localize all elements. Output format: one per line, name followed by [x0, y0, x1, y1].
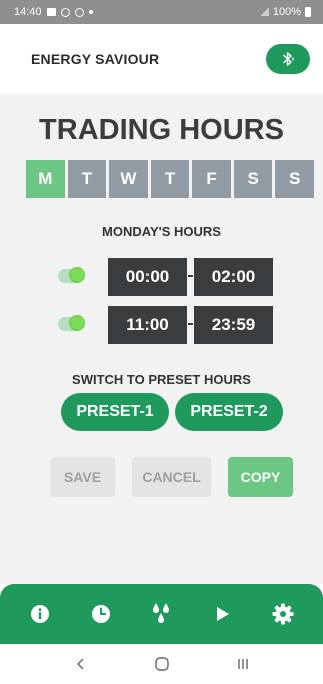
- notification-icon: [74, 7, 84, 17]
- day-button-fri[interactable]: F: [192, 160, 231, 198]
- recents-icon: [237, 659, 248, 669]
- end-time-field[interactable]: 02:00: [194, 258, 273, 296]
- preset-2-button[interactable]: PRESET-2: [175, 393, 283, 431]
- toggle-knob: [69, 315, 85, 331]
- preset-1-button[interactable]: PRESET-1: [61, 393, 169, 431]
- day-button-mon[interactable]: M: [26, 160, 65, 198]
- battery-percent: 100%: [272, 6, 301, 18]
- battery-icon: [305, 7, 311, 17]
- gear-icon: [272, 603, 294, 625]
- status-bar: 14:40 100%: [0, 0, 323, 24]
- cancel-button[interactable]: CANCEL: [132, 457, 211, 497]
- preset-label: SWITCH TO PRESET HOURS: [72, 372, 251, 387]
- day-button-wed[interactable]: W: [109, 160, 148, 198]
- notification-icon: [60, 7, 70, 17]
- app-title: ENERGY SAVIOUR: [31, 51, 160, 67]
- system-recents-button[interactable]: [228, 649, 258, 679]
- day-button-sun[interactable]: S: [275, 160, 315, 198]
- hours-toggle[interactable]: [58, 267, 85, 283]
- system-nav-bar: [0, 644, 323, 684]
- nav-schedule[interactable]: [83, 596, 119, 632]
- gallery-icon: [46, 8, 56, 16]
- time-separator: [188, 275, 193, 277]
- nav-settings[interactable]: [265, 596, 301, 632]
- day-button-tue[interactable]: T: [67, 160, 107, 198]
- save-button[interactable]: SAVE: [50, 457, 115, 497]
- back-icon: [76, 658, 83, 670]
- system-home-button[interactable]: [147, 649, 177, 679]
- time-separator: [188, 323, 193, 325]
- app-bar: ENERGY SAVIOUR: [0, 24, 323, 94]
- copy-button[interactable]: COPY: [228, 457, 293, 497]
- hours-row: 11:00 23:59: [58, 306, 288, 344]
- nav-water[interactable]: [143, 596, 179, 632]
- info-icon: [31, 605, 50, 623]
- more-notifications-icon: [88, 10, 93, 14]
- clock-icon: [91, 605, 110, 623]
- nav-info[interactable]: [22, 596, 58, 632]
- page-title: TRADING HOURS: [39, 114, 284, 146]
- nav-play[interactable]: [204, 596, 240, 632]
- bluetooth-button[interactable]: [266, 44, 310, 74]
- play-icon: [217, 607, 230, 621]
- day-selector: M T W T F S S: [26, 160, 315, 198]
- bluetooth-icon: [283, 52, 294, 66]
- end-time-field[interactable]: 23:59: [194, 306, 273, 344]
- main-content: TRADING HOURS M T W T F S S MONDAY'S HOU…: [0, 94, 323, 584]
- system-back-button[interactable]: [66, 649, 96, 679]
- signal-icon: [258, 8, 269, 16]
- bottom-nav: [0, 584, 323, 644]
- start-time-field[interactable]: 11:00: [108, 306, 187, 344]
- water-drops-icon: [153, 603, 170, 623]
- start-time-field[interactable]: 00:00: [108, 258, 187, 296]
- toggle-knob: [69, 267, 85, 283]
- status-time: 14:40: [14, 6, 42, 18]
- day-button-sat[interactable]: S: [233, 160, 273, 198]
- hours-row: 00:00 02:00: [58, 258, 288, 296]
- home-icon: [154, 657, 169, 671]
- day-button-thu[interactable]: T: [150, 160, 190, 198]
- hours-subheading: MONDAY'S HOURS: [102, 224, 221, 239]
- hours-toggle[interactable]: [58, 315, 85, 331]
